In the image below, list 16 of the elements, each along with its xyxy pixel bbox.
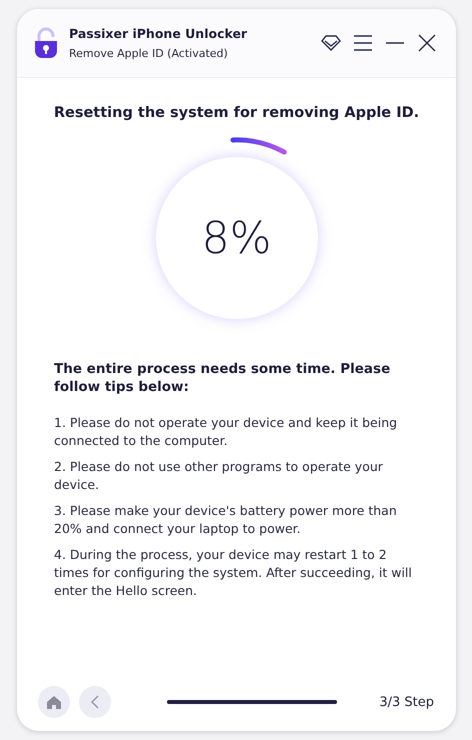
lock-icon [33, 27, 59, 59]
tip-text: 2. Please do not use other programs to operate your device. [54, 458, 384, 494]
progress-arc [230, 138, 286, 155]
close-icon[interactable] [416, 32, 438, 54]
tips-heading: The entire process needs some time. Please follow tips below: [54, 360, 392, 396]
home-icon [47, 696, 61, 708]
mode-label: Remove Apple ID (Activated) [69, 47, 229, 60]
tip-text: 4. During the process, your device may restart 1 to 2 times for configuring the system. After succeeding, it will enter the Hello screen. [54, 546, 413, 600]
progress-percent: 8% [202, 212, 272, 264]
back-icon [90, 694, 100, 710]
tip-text: 3. Please make your device's battery power more than 20% and connect your laptop to power. [54, 502, 398, 538]
tip-text: 1. Please do not operate your device and keep it being connected to the computer. [54, 414, 398, 450]
step-label: 3/3 Step [379, 694, 434, 710]
status-heading: Resetting the system for removing Apple ID. [54, 105, 420, 121]
home-button[interactable] [38, 686, 70, 718]
app-title: Passixer iPhone Unlocker [69, 26, 248, 41]
